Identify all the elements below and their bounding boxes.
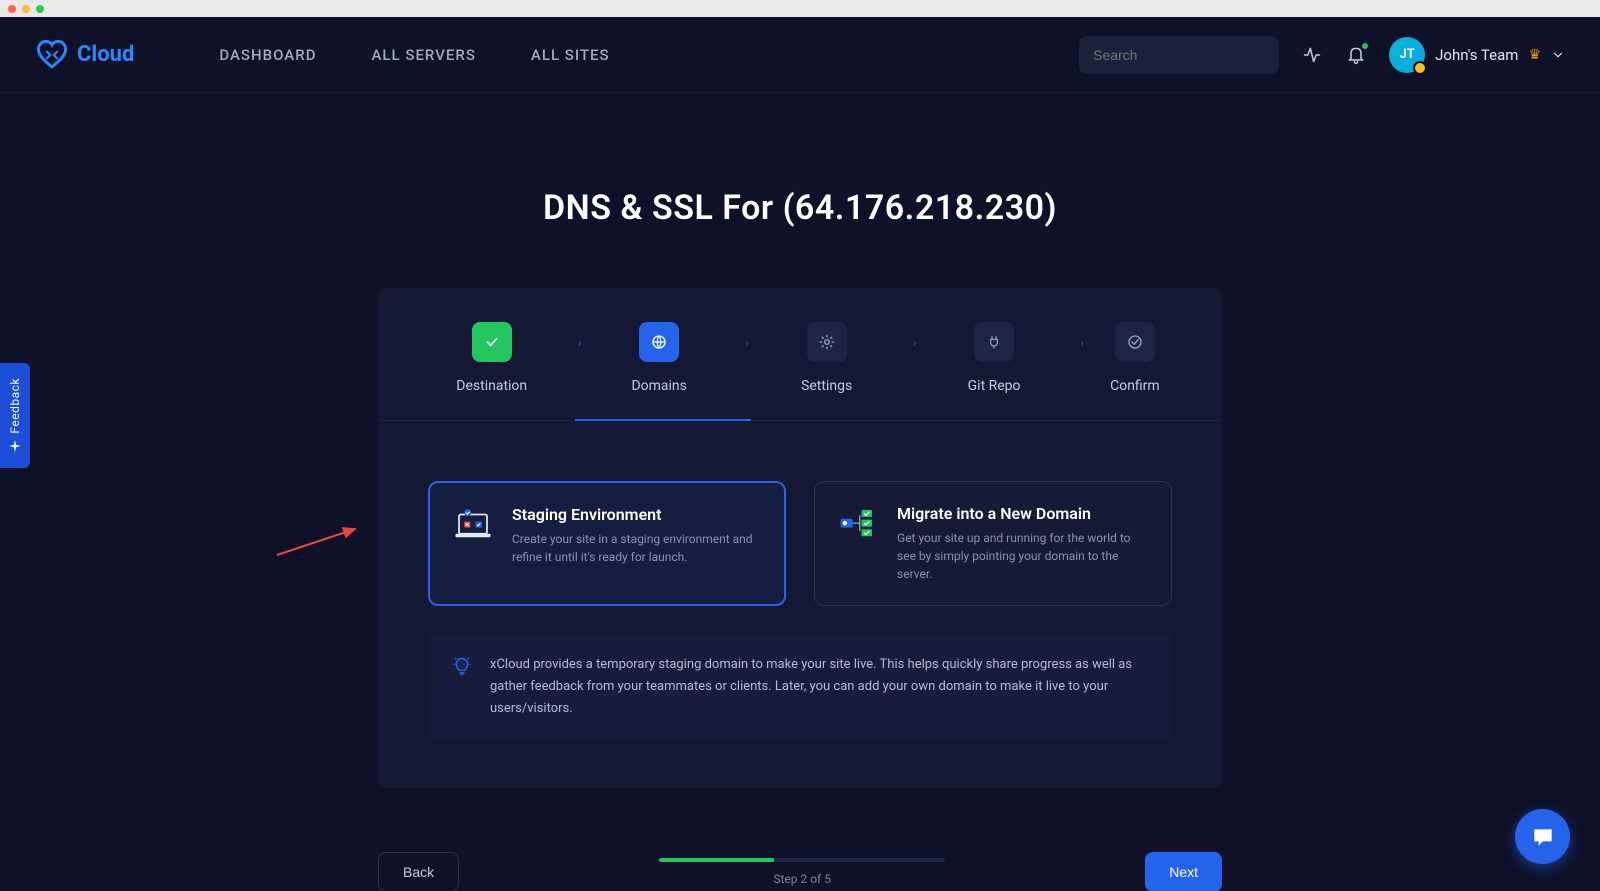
- option-desc: Get your site up and running for the wor…: [897, 529, 1149, 583]
- wizard-stepper: Destination › Domains › Settings › Git R…: [378, 322, 1222, 421]
- feedback-label: Feedback: [8, 378, 22, 434]
- brand-logo[interactable]: Cloud: [35, 38, 134, 72]
- mac-title-bar: [0, 0, 1600, 17]
- option-staging-environment[interactable]: Staging Environment Create your site in …: [428, 481, 786, 606]
- progress-indicator: Step 2 of 5: [659, 858, 945, 886]
- team-switcher[interactable]: JT John's Team ♛: [1389, 37, 1565, 73]
- avatar-badge: [1413, 61, 1427, 75]
- option-desc: Create your site in a staging environmen…: [512, 530, 762, 566]
- app-header: Cloud DASHBOARD ALL SERVERS ALL SITES JT…: [0, 17, 1600, 93]
- activity-icon: [1302, 45, 1322, 65]
- migrate-domain-icon: [837, 504, 879, 544]
- header-right: JT John's Team ♛: [1079, 36, 1565, 74]
- option-migrate-domain[interactable]: Migrate into a New Domain Get your site …: [814, 481, 1172, 606]
- team-name: John's Team: [1435, 46, 1518, 64]
- step-label: Git Repo: [968, 378, 1021, 394]
- page-title: DNS & SSL For (64.176.218.230): [0, 188, 1600, 228]
- step-domains[interactable]: Domains ›: [575, 322, 742, 420]
- progress-track: [659, 858, 945, 862]
- option-title: Staging Environment: [512, 505, 762, 524]
- main-nav: DASHBOARD ALL SERVERS ALL SITES: [219, 46, 609, 64]
- maximize-window-dot[interactable]: [36, 5, 44, 13]
- step-label: Settings: [801, 378, 852, 394]
- feedback-tab[interactable]: Feedback: [0, 363, 30, 468]
- sparkle-icon: [8, 439, 22, 453]
- brand-text: Cloud: [77, 42, 134, 67]
- lightbulb-icon: [452, 656, 472, 676]
- notification-indicator: [1361, 42, 1369, 50]
- step-label: Domains: [631, 378, 686, 394]
- info-box: xCloud provides a temporary staging doma…: [428, 634, 1172, 740]
- step-settings[interactable]: Settings ›: [743, 322, 910, 420]
- notifications-button[interactable]: [1345, 44, 1367, 66]
- step-label: Destination: [456, 378, 527, 394]
- back-button[interactable]: Back: [378, 852, 459, 891]
- globe-icon: [639, 322, 679, 362]
- chat-icon: [1530, 824, 1556, 850]
- avatar: JT: [1389, 37, 1425, 73]
- step-confirm[interactable]: Confirm: [1078, 322, 1192, 420]
- nav-all-servers[interactable]: ALL SERVERS: [371, 46, 475, 64]
- plug-icon: [974, 322, 1014, 362]
- gear-icon: [807, 322, 847, 362]
- nav-all-sites[interactable]: ALL SITES: [531, 46, 610, 64]
- confirm-icon: [1115, 322, 1155, 362]
- progress-fill: [659, 858, 773, 862]
- activity-icon-button[interactable]: [1301, 44, 1323, 66]
- option-title: Migrate into a New Domain: [897, 504, 1149, 523]
- next-button[interactable]: Next: [1145, 852, 1222, 891]
- wizard-footer: Back Step 2 of 5 Next: [378, 852, 1222, 891]
- laptop-staging-icon: [452, 505, 494, 545]
- step-destination[interactable]: Destination ›: [408, 322, 575, 420]
- progress-label: Step 2 of 5: [773, 872, 831, 886]
- info-text: xCloud provides a temporary staging doma…: [490, 654, 1148, 720]
- heart-cloud-icon: [35, 38, 69, 72]
- search-box[interactable]: [1079, 36, 1279, 74]
- active-step-underline: [575, 419, 751, 421]
- minimize-window-dot[interactable]: [22, 5, 30, 13]
- wizard-panel: Destination › Domains › Settings › Git R…: [378, 288, 1222, 788]
- search-input[interactable]: [1093, 47, 1274, 63]
- domain-options: Staging Environment Create your site in …: [378, 481, 1222, 606]
- chevron-down-icon: [1551, 48, 1565, 62]
- check-icon: [472, 322, 512, 362]
- chat-launcher[interactable]: [1515, 809, 1570, 864]
- avatar-initials: JT: [1399, 47, 1414, 62]
- step-label: Confirm: [1110, 378, 1160, 394]
- crown-icon: ♛: [1528, 47, 1541, 63]
- step-git-repo[interactable]: Git Repo ›: [910, 322, 1077, 420]
- annotation-arrow: [275, 525, 365, 561]
- nav-dashboard[interactable]: DASHBOARD: [219, 46, 316, 64]
- close-window-dot[interactable]: [8, 5, 16, 13]
